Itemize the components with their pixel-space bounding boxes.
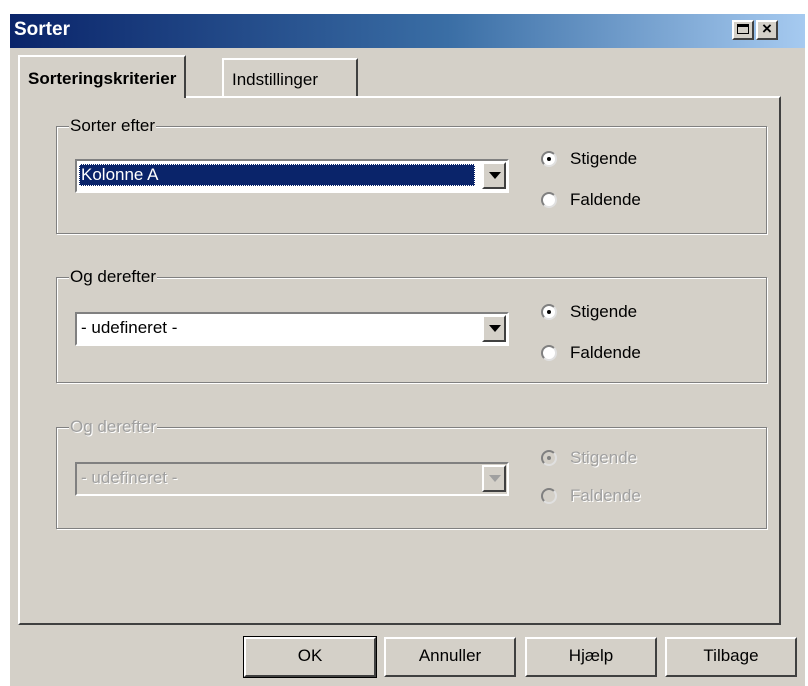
maximize-icon xyxy=(737,24,749,34)
combo-value: - udefineret - xyxy=(81,468,178,487)
sort-by-combo[interactable]: Kolonne A xyxy=(75,159,509,193)
chevron-down-icon xyxy=(489,325,501,332)
then-by-group-1: Og derefter - udefineret - Stigende Fald… xyxy=(56,267,767,383)
radio-dot xyxy=(547,456,551,460)
radio-dot xyxy=(547,157,551,161)
ok-button[interactable]: OK xyxy=(243,636,377,678)
dropdown-button xyxy=(482,465,506,492)
radio-circle xyxy=(541,151,557,167)
tab-sorteringskriterier[interactable]: Sorteringskriterier xyxy=(18,55,187,98)
close-button[interactable]: × xyxy=(756,19,778,40)
sort-by-group: Sorter efter Kolonne A Stigende Faldende xyxy=(56,116,767,234)
cancel-button[interactable]: Annuller xyxy=(384,637,516,677)
radio-circle xyxy=(541,488,557,504)
group-legend: Og derefter xyxy=(69,417,157,437)
then-by-group-2: Og derefter - udefineret - Stigende Fald… xyxy=(56,417,767,529)
radio-label: Stigende xyxy=(570,149,638,168)
combo-value: Kolonne A xyxy=(79,164,475,186)
dropdown-button[interactable] xyxy=(482,162,506,189)
radio-circle xyxy=(541,192,557,208)
title-bar[interactable]: Sorter × xyxy=(10,14,805,48)
radio-label: Stigende xyxy=(570,448,638,467)
group-legend: Og derefter xyxy=(69,267,157,287)
tab-indstillinger[interactable]: Indstillinger xyxy=(222,58,358,96)
radio-circle xyxy=(541,304,557,320)
window-title: Sorter xyxy=(14,19,70,40)
help-button[interactable]: Hjælp xyxy=(525,637,657,677)
chevron-down-icon xyxy=(489,475,501,482)
radio-label: Stigende xyxy=(570,302,638,321)
then-by-combo-2: - udefineret - xyxy=(75,462,509,496)
group-legend: Sorter efter xyxy=(69,116,157,136)
combo-value: - udefineret - xyxy=(81,318,178,337)
back-button[interactable]: Tilbage xyxy=(665,637,797,677)
close-icon: × xyxy=(762,19,772,38)
radio-label: Faldende xyxy=(570,190,641,209)
chevron-down-icon xyxy=(489,172,501,179)
radio-circle xyxy=(541,345,557,361)
radio-dot xyxy=(547,310,551,314)
then-by-combo-1[interactable]: - udefineret - xyxy=(75,312,509,346)
radio-circle xyxy=(541,450,557,466)
dropdown-button[interactable] xyxy=(482,315,506,342)
radio-label: Faldende xyxy=(570,343,641,362)
radio-label: Faldende xyxy=(570,486,641,505)
maximize-button[interactable] xyxy=(732,20,754,40)
